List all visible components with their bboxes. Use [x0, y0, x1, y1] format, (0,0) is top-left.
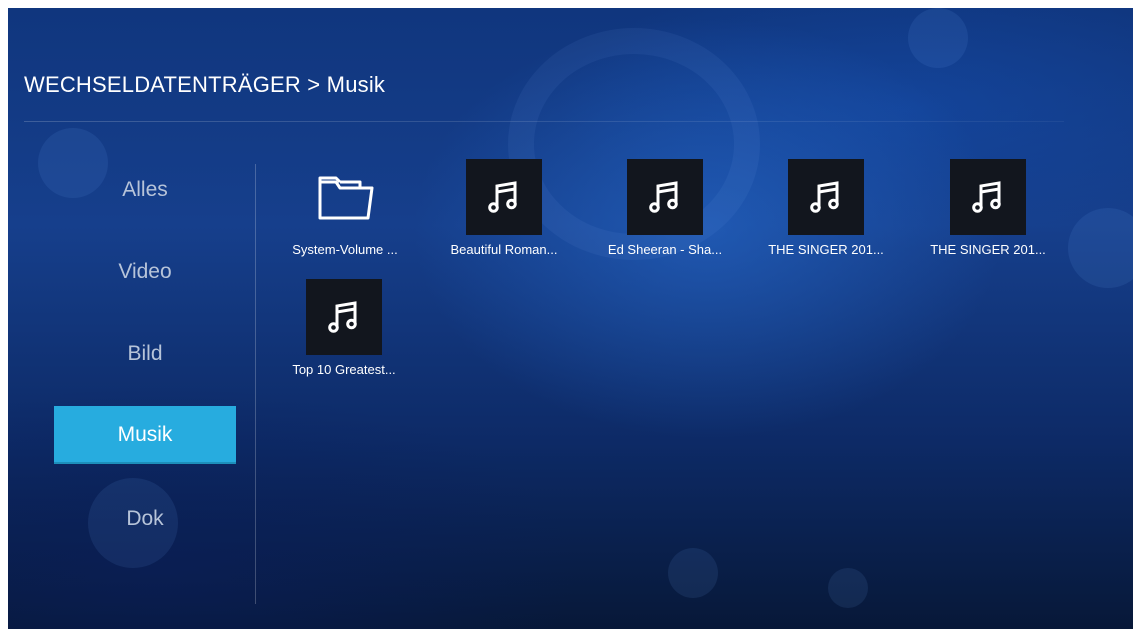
sidebar-item-dok[interactable]: Dok: [54, 490, 236, 548]
breadcrumb: WECHSELDATENTRÄGER > Musik: [24, 72, 386, 97]
file-tile-label: Top 10 Greatest...: [292, 362, 396, 377]
sidebar-item-musik[interactable]: Musik: [54, 406, 236, 464]
background-bokeh: [908, 8, 968, 68]
background-bokeh: [668, 548, 718, 598]
media-browser-screen: WECHSELDATENTRÄGER > Musik Alles Video B…: [8, 8, 1133, 629]
sidebar-item-bild[interactable]: Bild: [54, 325, 236, 383]
folder-icon: [307, 159, 383, 235]
sidebar-divider: [255, 164, 256, 604]
music-note-icon: [950, 159, 1026, 235]
music-note-icon: [306, 279, 382, 355]
background-bokeh: [828, 568, 868, 608]
file-tile-label: System-Volume ...: [292, 242, 398, 257]
music-note-icon: [466, 159, 542, 235]
header-divider: [24, 121, 1064, 122]
file-tile-label: Beautiful Roman...: [450, 242, 558, 257]
music-note-icon: [788, 159, 864, 235]
music-note-icon: [627, 159, 703, 235]
sidebar-item-video[interactable]: Video: [54, 243, 236, 301]
file-tile-label: Ed Sheeran - Sha...: [607, 242, 723, 257]
file-tile-label: THE SINGER 201...: [768, 242, 884, 257]
background-bokeh: [1068, 208, 1133, 288]
sidebar-item-alles[interactable]: Alles: [54, 161, 236, 219]
file-tile-label: THE SINGER 201...: [930, 242, 1046, 257]
